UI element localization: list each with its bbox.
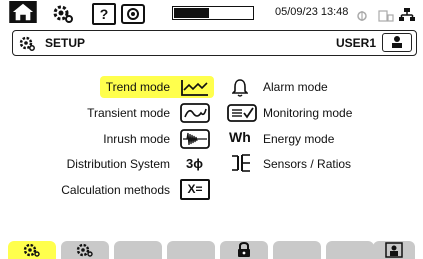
transient-icon[interactable] bbox=[180, 103, 210, 123]
gear-icon bbox=[76, 243, 93, 257]
trend-icon[interactable] bbox=[180, 78, 210, 98]
user-icon bbox=[385, 242, 403, 258]
sd-card-icon bbox=[378, 10, 394, 22]
tab-setup[interactable] bbox=[8, 241, 56, 259]
sensors-icon[interactable] bbox=[230, 153, 254, 173]
distribution-system-label: Distribution System bbox=[66, 157, 170, 171]
inrush-icon[interactable] bbox=[180, 129, 210, 149]
lock-icon bbox=[238, 242, 250, 257]
camera-icon[interactable] bbox=[121, 3, 145, 25]
gear-icon[interactable] bbox=[52, 2, 74, 24]
battery-level bbox=[174, 8, 209, 18]
home-icon[interactable] bbox=[8, 1, 38, 23]
setup-header: SETUP USER1 bbox=[12, 30, 417, 56]
bottom-tab-bar bbox=[0, 237, 423, 259]
calculation-methods-label: Calculation methods bbox=[61, 183, 170, 197]
user-button[interactable] bbox=[382, 33, 412, 52]
sensors-ratios-label: Sensors / Ratios bbox=[263, 157, 352, 171]
inrush-mode-label: Inrush mode bbox=[103, 132, 170, 146]
monitoring-mode-label: Monitoring mode bbox=[263, 106, 353, 120]
alarm-mode-label: Alarm mode bbox=[263, 80, 328, 94]
user-name: USER1 bbox=[335, 36, 376, 50]
bell-icon[interactable] bbox=[232, 78, 248, 98]
tab-empty-6[interactable] bbox=[273, 241, 321, 259]
tab-user[interactable] bbox=[373, 241, 415, 259]
transient-mode-label: Transient mode bbox=[87, 106, 170, 120]
trend-mode-label: Trend mode bbox=[105, 80, 170, 94]
user-icon bbox=[392, 35, 402, 49]
battery-icon bbox=[172, 6, 254, 20]
help-icon[interactable]: ? bbox=[92, 3, 116, 25]
tab-advanced-setup[interactable] bbox=[61, 241, 109, 259]
status-bar: ? 05/09/23 13:48 bbox=[0, 0, 423, 26]
setup-gear-icon bbox=[19, 36, 35, 51]
network-icon bbox=[399, 8, 415, 21]
monitoring-icon[interactable] bbox=[227, 104, 257, 122]
gear-icon bbox=[23, 243, 40, 257]
energy-icon[interactable]: Wh bbox=[229, 129, 251, 145]
tab-empty-3[interactable] bbox=[114, 241, 162, 259]
lock-status-icon bbox=[357, 11, 367, 21]
calculation-icon[interactable]: X= bbox=[180, 179, 210, 200]
energy-mode-label: Energy mode bbox=[263, 132, 335, 146]
datetime: 05/09/23 13:48 bbox=[275, 6, 349, 18]
page-title: SETUP bbox=[45, 36, 86, 50]
tab-empty-7[interactable] bbox=[326, 241, 374, 259]
tab-lock[interactable] bbox=[220, 241, 268, 259]
tab-empty-4[interactable] bbox=[167, 241, 215, 259]
three-phase-icon[interactable]: 3ϕ bbox=[186, 156, 203, 171]
